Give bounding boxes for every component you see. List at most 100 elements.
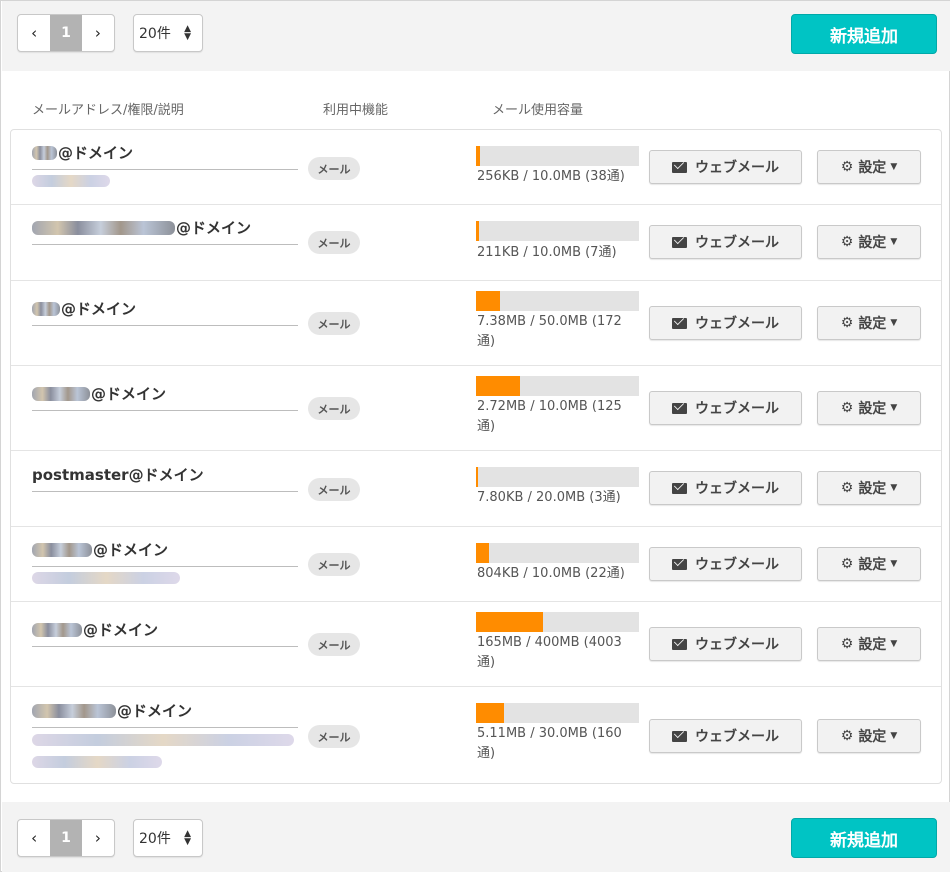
usage-text: 2.72MB / 10.0MB (125通) [477, 399, 622, 434]
webmail-button[interactable]: ウェブメール [649, 719, 802, 753]
usage-text: 211KB / 10.0MB (7通) [477, 245, 617, 260]
settings-button[interactable]: ⚙ 設定 ▼ [817, 719, 921, 753]
settings-button[interactable]: ⚙ 設定 ▼ [817, 471, 921, 505]
usage-bar [476, 221, 639, 241]
chevron-down-icon: ▼ [890, 403, 898, 413]
usage-text: 804KB / 10.0MB (22通) [477, 566, 625, 581]
redacted-description [32, 756, 162, 768]
redacted-username [32, 220, 175, 235]
feature-badge-mail: メール [308, 553, 360, 576]
chevron-left-icon[interactable]: ‹ [18, 820, 50, 856]
per-page-select[interactable]: 20件 ▲ ▼ [133, 14, 203, 52]
select-caret-icon: ▲ ▼ [184, 829, 191, 847]
account-address: @ドメイン [32, 142, 298, 170]
chevron-left-icon[interactable]: ‹ [18, 15, 50, 51]
feature-badge-mail: メール [308, 633, 360, 656]
usage-bar-fill [476, 221, 480, 241]
chevron-down-icon: ▼ [890, 318, 898, 328]
chevron-down-icon: ▼ [890, 559, 898, 569]
gear-icon: ⚙ [840, 556, 854, 572]
usage-bar [476, 376, 639, 396]
top-toolbar: ‹ 1 › 20件 ▲ ▼ 新規追加 [2, 1, 950, 71]
per-page-value: 20件 [139, 26, 171, 42]
envelope-icon [672, 730, 687, 742]
usage-bar-fill [476, 146, 481, 166]
account-row: @ドメイン メール 2.72MB / 10.0MB (125通) ウェブメール … [11, 366, 941, 451]
account-row: @ドメイン メール 7.38MB / 50.0MB (172通) ウェブメール … [11, 281, 941, 366]
account-row: @ドメイン メール 804KB / 10.0MB (22通) ウェブメール ⚙ 設… [11, 527, 941, 602]
add-new-button[interactable]: 新規追加 [791, 14, 937, 54]
usage-bar [476, 467, 639, 487]
usage-bar [476, 543, 639, 563]
account-address: @ドメイン [32, 619, 298, 647]
chevron-down-icon: ▼ [890, 162, 898, 172]
webmail-button[interactable]: ウェブメール [649, 306, 802, 340]
usage-bar [476, 291, 639, 311]
current-page[interactable]: 1 [50, 15, 82, 51]
select-caret-icon: ▲ ▼ [184, 24, 191, 42]
usage-bar-fill [476, 543, 490, 563]
settings-button[interactable]: ⚙ 設定 ▼ [817, 306, 921, 340]
settings-button[interactable]: ⚙ 設定 ▼ [817, 225, 921, 259]
usage-text: 5.11MB / 30.0MB (160通) [477, 726, 622, 761]
redacted-description [32, 734, 294, 746]
gear-icon: ⚙ [840, 728, 854, 744]
envelope-icon [672, 161, 687, 173]
feature-badge-mail: メール [308, 397, 360, 420]
webmail-button[interactable]: ウェブメール [649, 471, 802, 505]
usage-bar [476, 703, 639, 723]
chevron-right-icon[interactable]: › [82, 820, 114, 856]
webmail-button[interactable]: ウェブメール [649, 150, 802, 184]
account-list: @ドメイン メール 256KB / 10.0MB (38通) ウェブメール ⚙ 設… [10, 129, 942, 784]
add-new-button[interactable]: 新規追加 [791, 818, 937, 858]
chevron-down-icon: ▼ [890, 639, 898, 649]
usage-bar-fill [476, 376, 521, 396]
account-row: @ドメイン メール 256KB / 10.0MB (38通) ウェブメール ⚙ 設… [11, 130, 941, 205]
usage-bar [476, 146, 639, 166]
column-header-address: メールアドレス/権限/説明 [32, 103, 184, 118]
account-row: postmaster@ドメイン メール 7.80KB / 20.0MB (3通)… [11, 451, 941, 527]
per-page-value: 20件 [139, 831, 171, 847]
envelope-icon [672, 317, 687, 329]
feature-badge-mail: メール [308, 478, 360, 501]
webmail-button[interactable]: ウェブメール [649, 225, 802, 259]
chevron-down-icon: ▼ [890, 237, 898, 247]
gear-icon: ⚙ [840, 315, 854, 331]
webmail-button[interactable]: ウェブメール [649, 547, 802, 581]
current-page[interactable]: 1 [50, 820, 82, 856]
account-address: postmaster@ドメイン [32, 464, 298, 492]
feature-badge-mail: メール [308, 312, 360, 335]
chevron-down-icon: ▼ [890, 731, 898, 741]
usage-bar-fill [476, 612, 544, 632]
redacted-username [32, 145, 57, 160]
usage-text: 7.38MB / 50.0MB (172通) [477, 314, 622, 349]
bottom-toolbar: ‹ 1 › 20件 ▲ ▼ 新規追加 [2, 802, 950, 872]
gear-icon: ⚙ [840, 159, 854, 175]
envelope-icon [672, 402, 687, 414]
account-address: @ドメイン [32, 298, 298, 326]
settings-button[interactable]: ⚙ 設定 ▼ [817, 547, 921, 581]
gear-icon: ⚙ [840, 400, 854, 416]
settings-button[interactable]: ⚙ 設定 ▼ [817, 627, 921, 661]
usage-bar-fill [476, 291, 501, 311]
account-address: @ドメイン [32, 217, 298, 245]
gear-icon: ⚙ [840, 636, 854, 652]
settings-button[interactable]: ⚙ 設定 ▼ [817, 150, 921, 184]
redacted-username [32, 542, 92, 557]
envelope-icon [672, 638, 687, 650]
envelope-icon [672, 482, 687, 494]
envelope-icon [672, 236, 687, 248]
usage-bar-fill [476, 467, 479, 487]
gear-icon: ⚙ [840, 234, 854, 250]
account-address: @ドメイン [32, 383, 298, 411]
chevron-right-icon[interactable]: › [82, 15, 114, 51]
per-page-select[interactable]: 20件 ▲ ▼ [133, 819, 203, 857]
settings-button[interactable]: ⚙ 設定 ▼ [817, 391, 921, 425]
usage-bar [476, 612, 639, 632]
usage-text: 165MB / 400MB (4003通) [477, 635, 622, 670]
webmail-button[interactable]: ウェブメール [649, 627, 802, 661]
column-header-features: 利用中機能 [323, 103, 389, 118]
webmail-button[interactable]: ウェブメール [649, 391, 802, 425]
account-address: @ドメイン [32, 539, 298, 567]
feature-badge-mail: メール [308, 725, 360, 748]
